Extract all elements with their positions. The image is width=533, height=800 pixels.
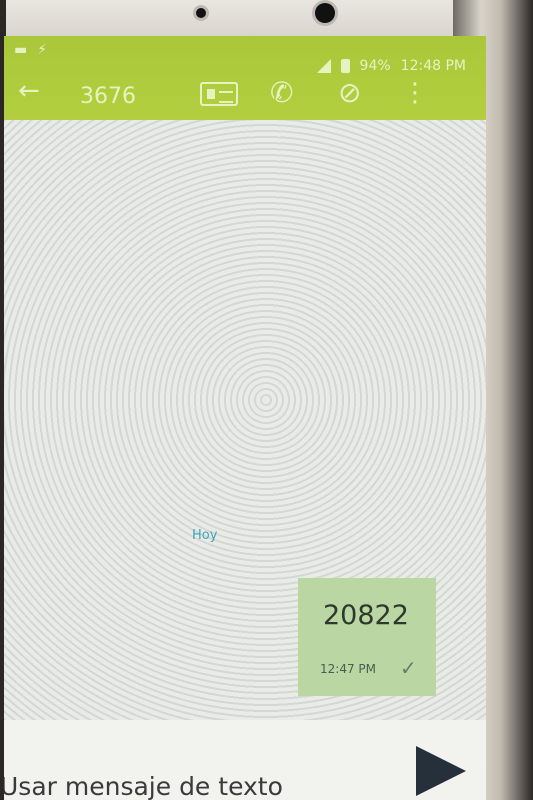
composer [4, 720, 486, 800]
date-separator: Hoy [192, 528, 218, 543]
toolbar: ← 3676 ✆ ⊘ ⋮ [4, 70, 486, 120]
usb-icon: ⚡ [37, 42, 48, 58]
conversation-title: 3676 [80, 84, 136, 109]
screen: ▬ ⚡ 94% 12:48 PM ← 3676 ✆ ⊘ ⋮ Hoy 20822 … [4, 36, 486, 800]
send-icon[interactable] [416, 746, 466, 796]
back-arrow-icon[interactable]: ← [18, 76, 40, 106]
conversation-view[interactable]: Hoy 20822 12:47 PM ✓ [4, 120, 486, 720]
message-input[interactable] [4, 770, 382, 800]
contact-card-icon[interactable] [200, 82, 238, 106]
message-time: 12:47 PM [320, 662, 376, 676]
sensor-icon [196, 8, 206, 18]
front-camera-icon [315, 3, 335, 23]
paperclip-icon[interactable]: ⊘ [338, 76, 361, 109]
message-notification-icon: ▬ [14, 42, 28, 58]
app-bar: ▬ ⚡ 94% 12:48 PM ← 3676 ✆ ⊘ ⋮ [4, 36, 486, 120]
phone-icon[interactable]: ✆ [270, 76, 293, 109]
message-bubble[interactable]: 20822 12:47 PM ✓ [298, 578, 436, 696]
message-text: 20822 [323, 600, 409, 631]
more-vert-icon[interactable]: ⋮ [402, 78, 428, 108]
status-bar: ▬ ⚡ 94% 12:48 PM [4, 36, 486, 74]
check-icon: ✓ [400, 656, 417, 680]
